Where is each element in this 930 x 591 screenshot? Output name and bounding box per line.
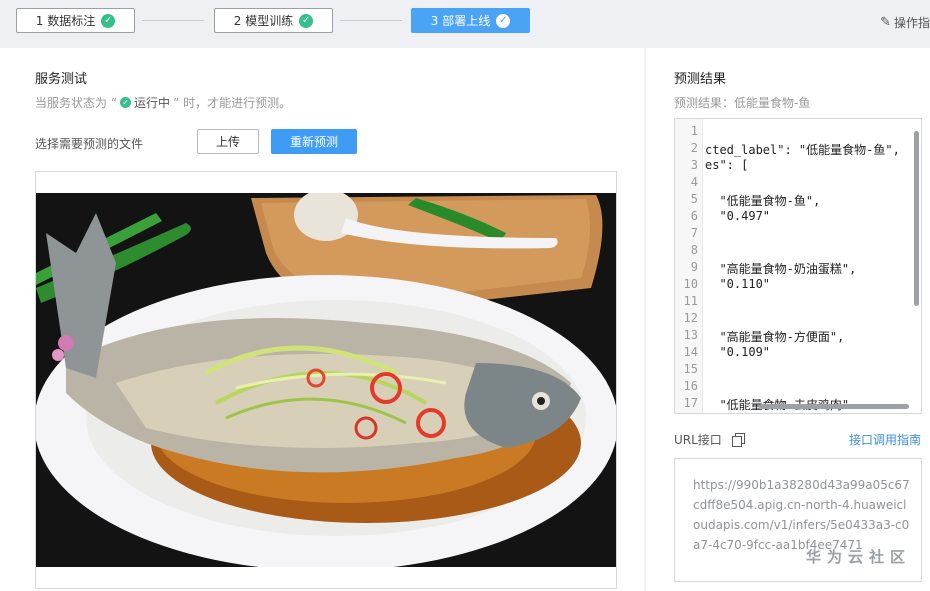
step-deploy[interactable]: 3 部署上线 ✓ — [411, 8, 530, 33]
code-line: es": [ — [705, 158, 749, 172]
line-number-gutter: 1 2 3 4 5 6 7 8 9 10 11 12 13 14 15 16 1… — [675, 119, 703, 413]
step-data-labeling[interactable]: 1 数据标注 ✓ — [16, 8, 135, 33]
prediction-image — [35, 171, 617, 589]
line-number: 6 — [690, 209, 698, 223]
service-test-panel: 服务测试 当服务状态为 “ ✓ 运行中 ” 时，才能进行预测。 选择需要预测的文… — [0, 48, 644, 591]
horizontal-scrollbar[interactable] — [759, 404, 909, 409]
check-circle-icon: ✓ — [299, 13, 314, 28]
line-number: 11 — [683, 294, 698, 308]
code-line: "0.497" — [705, 209, 771, 223]
code-area: cted_label": "低能量食物-鱼", es": [ "低能量食物-鱼"… — [705, 119, 917, 413]
copy-icon[interactable] — [731, 433, 745, 447]
operation-guide-label: 操作指 — [893, 16, 930, 30]
operation-guide-link[interactable]: ✎ 操作指 — [880, 14, 930, 31]
upload-button[interactable]: 上传 — [197, 129, 259, 154]
line-number: 3 — [690, 158, 698, 172]
line-number: 10 — [683, 277, 698, 291]
hint-prefix: 当服务状态为 “ — [35, 96, 118, 110]
line-number: 16 — [683, 379, 698, 393]
code-line: "0.110" — [705, 277, 771, 291]
step-connector — [340, 20, 402, 21]
line-number: 15 — [683, 362, 698, 376]
edit-icon: ✎ — [880, 15, 891, 30]
check-circle-icon: ✓ — [120, 97, 132, 108]
repredict-button[interactable]: 重新预测 — [271, 129, 357, 154]
line-number: 4 — [690, 175, 698, 189]
line-number: 17 — [683, 396, 698, 410]
line-number: 7 — [690, 226, 698, 240]
line-number: 13 — [683, 328, 698, 342]
url-label-row: URL接口 — [674, 431, 745, 448]
file-select-label: 选择需要预测的文件 — [35, 137, 144, 151]
result-title: 预测结果 — [674, 72, 727, 87]
step-label: 3 部署上线 — [430, 14, 491, 28]
hint-suffix: ” 时，才能进行预测。 — [173, 96, 292, 110]
check-circle-icon: ✓ — [496, 13, 511, 28]
url-label: URL接口 — [674, 433, 722, 447]
json-result-editor[interactable]: 1 2 3 4 5 6 7 8 9 10 11 12 13 14 15 16 1… — [674, 118, 922, 414]
step-label: 2 模型训练 — [233, 14, 294, 28]
code-line: "高能量食物-方便面", — [705, 330, 845, 344]
status-running: 运行中 — [134, 96, 171, 110]
watermark: 华为云社区 — [805, 548, 911, 566]
line-number: 14 — [683, 345, 698, 359]
step-bar: 1 数据标注 ✓ 2 模型训练 ✓ 3 部署上线 ✓ ✎ 操作指 — [0, 0, 930, 48]
service-status-hint: 当服务状态为 “ ✓ 运行中 ” 时，才能进行预测。 — [35, 94, 291, 111]
line-number: 9 — [690, 260, 698, 274]
step-connector — [142, 20, 204, 21]
code-line: "低能量食物-鱼", — [705, 194, 821, 208]
line-number: 12 — [683, 311, 698, 325]
step-model-training[interactable]: 2 模型训练 ✓ — [214, 8, 333, 33]
code-line: "高能量食物-奶油蛋糕", — [705, 262, 857, 276]
line-number: 5 — [690, 192, 698, 206]
url-field[interactable]: https://990b1a38280d43a99a05c67cdff8e504… — [674, 458, 922, 582]
line-number: 2 — [690, 141, 698, 155]
service-test-title: 服务测试 — [35, 72, 88, 87]
check-circle-icon: ✓ — [101, 13, 116, 28]
line-number: 8 — [690, 243, 698, 257]
line-number: 1 — [690, 124, 698, 138]
api-guide-link[interactable]: 接口调用指南 — [849, 431, 921, 448]
result-panel: 预测结果 预测结果：低能量食物-鱼 1 2 3 4 5 6 7 8 9 10 1… — [646, 48, 930, 591]
step-label: 1 数据标注 — [35, 14, 96, 28]
result-summary: 预测结果：低能量食物-鱼 — [674, 96, 811, 110]
code-line: cted_label": "低能量食物-鱼", — [705, 143, 900, 157]
steamed-fish-photo — [36, 193, 616, 567]
vertical-scrollbar[interactable] — [914, 131, 919, 306]
code-line: "0.109" — [705, 345, 771, 359]
url-value: https://990b1a38280d43a99a05c67cdff8e504… — [693, 478, 910, 552]
